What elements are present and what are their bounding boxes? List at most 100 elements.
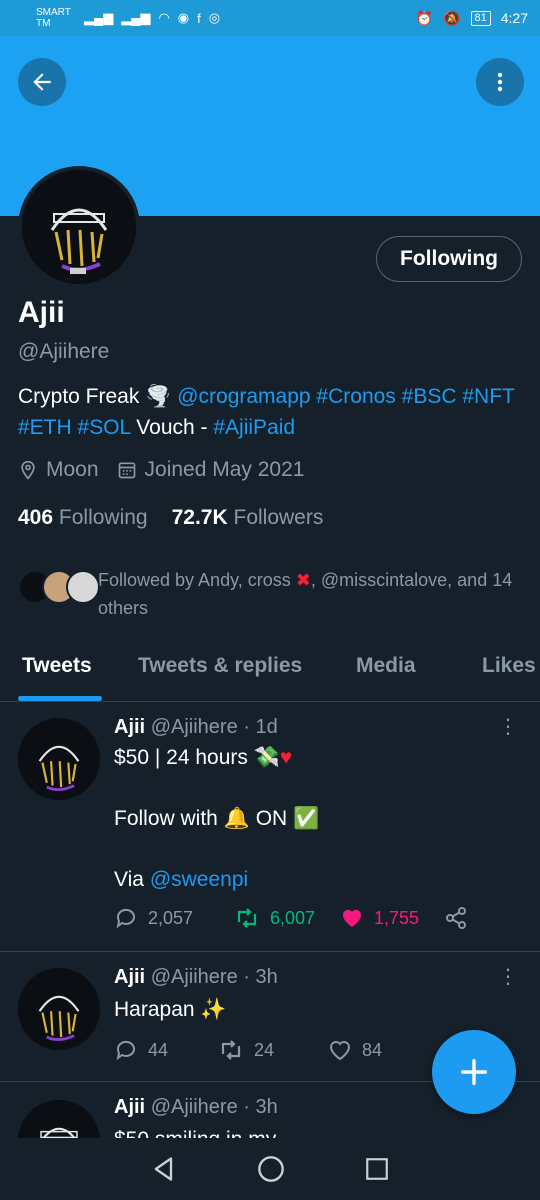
back-button[interactable]: [18, 58, 66, 106]
following-stat[interactable]: 406 Following: [18, 506, 148, 530]
followed-by[interactable]: Followed by Andy, cross ✖, @misscintalov…: [18, 566, 518, 622]
status-icons-right: ⏰ 🔕 81 4:27: [416, 10, 528, 27]
messenger-icon: ◉: [177, 10, 190, 25]
active-tab-indicator: [18, 696, 102, 701]
tweet-header: Ajii @Ajiihere · 3h: [114, 966, 278, 989]
tab-likes[interactable]: Likes: [482, 654, 536, 678]
more-options-button[interactable]: [476, 58, 524, 106]
joined-text: Joined May 2021: [144, 458, 305, 481]
tornado-emoji: 🌪️: [145, 385, 172, 408]
heart-emoji: ♥: [279, 746, 293, 769]
alarm-icon: ⏰: [415, 9, 434, 26]
retweet-icon: [237, 908, 257, 928]
avatar-artwork: [18, 718, 100, 800]
heart-outline-icon: [329, 1041, 351, 1061]
bell-emoji: 🔔: [223, 807, 250, 830]
heart-filled-icon: [343, 910, 361, 927]
followers-label: Followers: [233, 506, 324, 529]
tweet-author-meta: @Ajiihere · 1d: [150, 716, 278, 738]
mini-avatar: [66, 570, 100, 604]
followed-by-avatars: [18, 566, 100, 606]
tweet[interactable]: Ajii @Ajiihere · 1d ⋮ $50 | 24 hours 💸♥ …: [0, 702, 540, 952]
more-vertical-icon: [497, 72, 503, 92]
calendar-icon: [118, 462, 135, 479]
follow-stats: 406 Following 72.7K Followers: [18, 506, 323, 530]
bio-link-eth[interactable]: #ETH: [18, 416, 72, 439]
location-item: Moon: [18, 458, 99, 482]
location-text: Moon: [46, 458, 99, 481]
share-icon: [446, 907, 466, 929]
facebook-icon: f: [197, 10, 201, 26]
bio-link-bsc[interactable]: #BSC: [402, 385, 457, 408]
app-notification-icon: ◎: [208, 10, 221, 25]
profile-avatar[interactable]: [18, 166, 140, 288]
tweet-avatar[interactable]: [18, 968, 100, 1050]
nav-home-icon[interactable]: [257, 1155, 285, 1183]
sparkles-emoji: ✨: [200, 998, 227, 1021]
bio-link-ajiipaid[interactable]: #AjiiPaid: [213, 416, 295, 439]
status-icons-left: ▂▄▆ ▂▄▆ ◠ ◉ f ◎: [84, 10, 220, 26]
tweet-line: ON: [255, 807, 288, 830]
bio-link-nft[interactable]: #NFT: [462, 385, 514, 408]
avatar-artwork: [18, 968, 100, 1050]
like-button[interactable]: 84: [328, 1038, 432, 1062]
retweet-button[interactable]: 24: [218, 1038, 328, 1062]
following-button[interactable]: Following: [376, 236, 522, 282]
tweet-more-button[interactable]: ⋮: [498, 964, 518, 989]
bio-link-sol[interactable]: #SOL: [78, 416, 131, 439]
tweet-author-name[interactable]: Ajii: [114, 1096, 145, 1118]
location-pin-icon: [21, 460, 35, 480]
reply-icon: [116, 908, 135, 929]
following-label: Following: [58, 506, 148, 529]
profile-bio: Crypto Freak 🌪️ @crogramapp #Cronos #BSC…: [18, 381, 518, 443]
profile-handle: @Ajiihere: [18, 340, 110, 363]
reply-button[interactable]: 2,057: [114, 906, 234, 930]
tweet-avatar[interactable]: [18, 718, 100, 800]
tab-tweets-replies[interactable]: Tweets & replies: [138, 654, 302, 678]
share-button[interactable]: [444, 906, 468, 930]
like-button[interactable]: 1,755: [340, 906, 444, 930]
compose-tweet-button[interactable]: [432, 1030, 516, 1114]
tweet-author-name[interactable]: Ajii: [114, 966, 145, 988]
reply-button[interactable]: 44: [114, 1038, 218, 1062]
retweet-count: 6,007: [270, 907, 316, 928]
tweet-line: Via: [114, 868, 150, 891]
battery-icon: 81: [470, 10, 491, 26]
bio-link-cronos[interactable]: #Cronos: [316, 385, 395, 408]
tweet-more-button[interactable]: ⋮: [498, 714, 518, 739]
like-count: 84: [362, 1039, 383, 1060]
tab-media[interactable]: Media: [356, 654, 416, 678]
tweet-line: Harapan: [114, 998, 195, 1021]
tab-tweets[interactable]: Tweets: [22, 654, 92, 678]
carrier-label: SMART TM: [36, 7, 71, 29]
reply-count: 2,057: [148, 907, 194, 928]
retweet-button[interactable]: 6,007: [234, 906, 340, 930]
tweet-avatar[interactable]: [18, 1100, 100, 1138]
avatar-artwork: [18, 1100, 100, 1138]
tweet-body: $50 | 24 hours 💸♥ Follow with 🔔 ON ✅ Via…: [114, 742, 514, 895]
following-count: 406: [18, 506, 54, 529]
tweet-author-meta: @Ajiihere · 3h: [150, 1096, 278, 1118]
followers-stat[interactable]: 72.7K Followers: [172, 506, 324, 530]
joined-item: Joined May 2021: [117, 458, 305, 482]
plus-icon: [460, 1058, 488, 1086]
nav-recents-icon[interactable]: [364, 1156, 390, 1182]
system-nav-bar: [0, 1138, 540, 1200]
tweet-line: $50 smiling in my: [114, 1128, 276, 1138]
cross-mark-emoji: ✖: [295, 570, 311, 590]
tweet-body: $50 smiling in my: [114, 1124, 514, 1138]
nav-back-icon[interactable]: [150, 1155, 178, 1183]
followed-by-prefix: Followed by Andy, cross: [98, 570, 296, 590]
check-emoji: ✅: [293, 807, 320, 830]
followed-by-text: Followed by Andy, cross ✖, @misscintalov…: [98, 566, 518, 622]
mute-icon: 🔕: [443, 9, 461, 26]
tweet-header: Ajii @Ajiihere · 3h: [114, 1096, 278, 1119]
retweet-count: 24: [254, 1039, 275, 1060]
reply-count: 44: [148, 1039, 169, 1060]
tweet-actions: 44 24 84: [114, 1038, 432, 1062]
profile-meta: Moon Joined May 2021: [18, 458, 322, 482]
bio-link-crogramapp[interactable]: @crogramapp: [177, 385, 310, 408]
tweet-author-name[interactable]: Ajii: [114, 716, 145, 738]
money-emoji: 💸: [253, 746, 280, 769]
tweet-mention-link[interactable]: @sweenpi: [150, 868, 248, 891]
